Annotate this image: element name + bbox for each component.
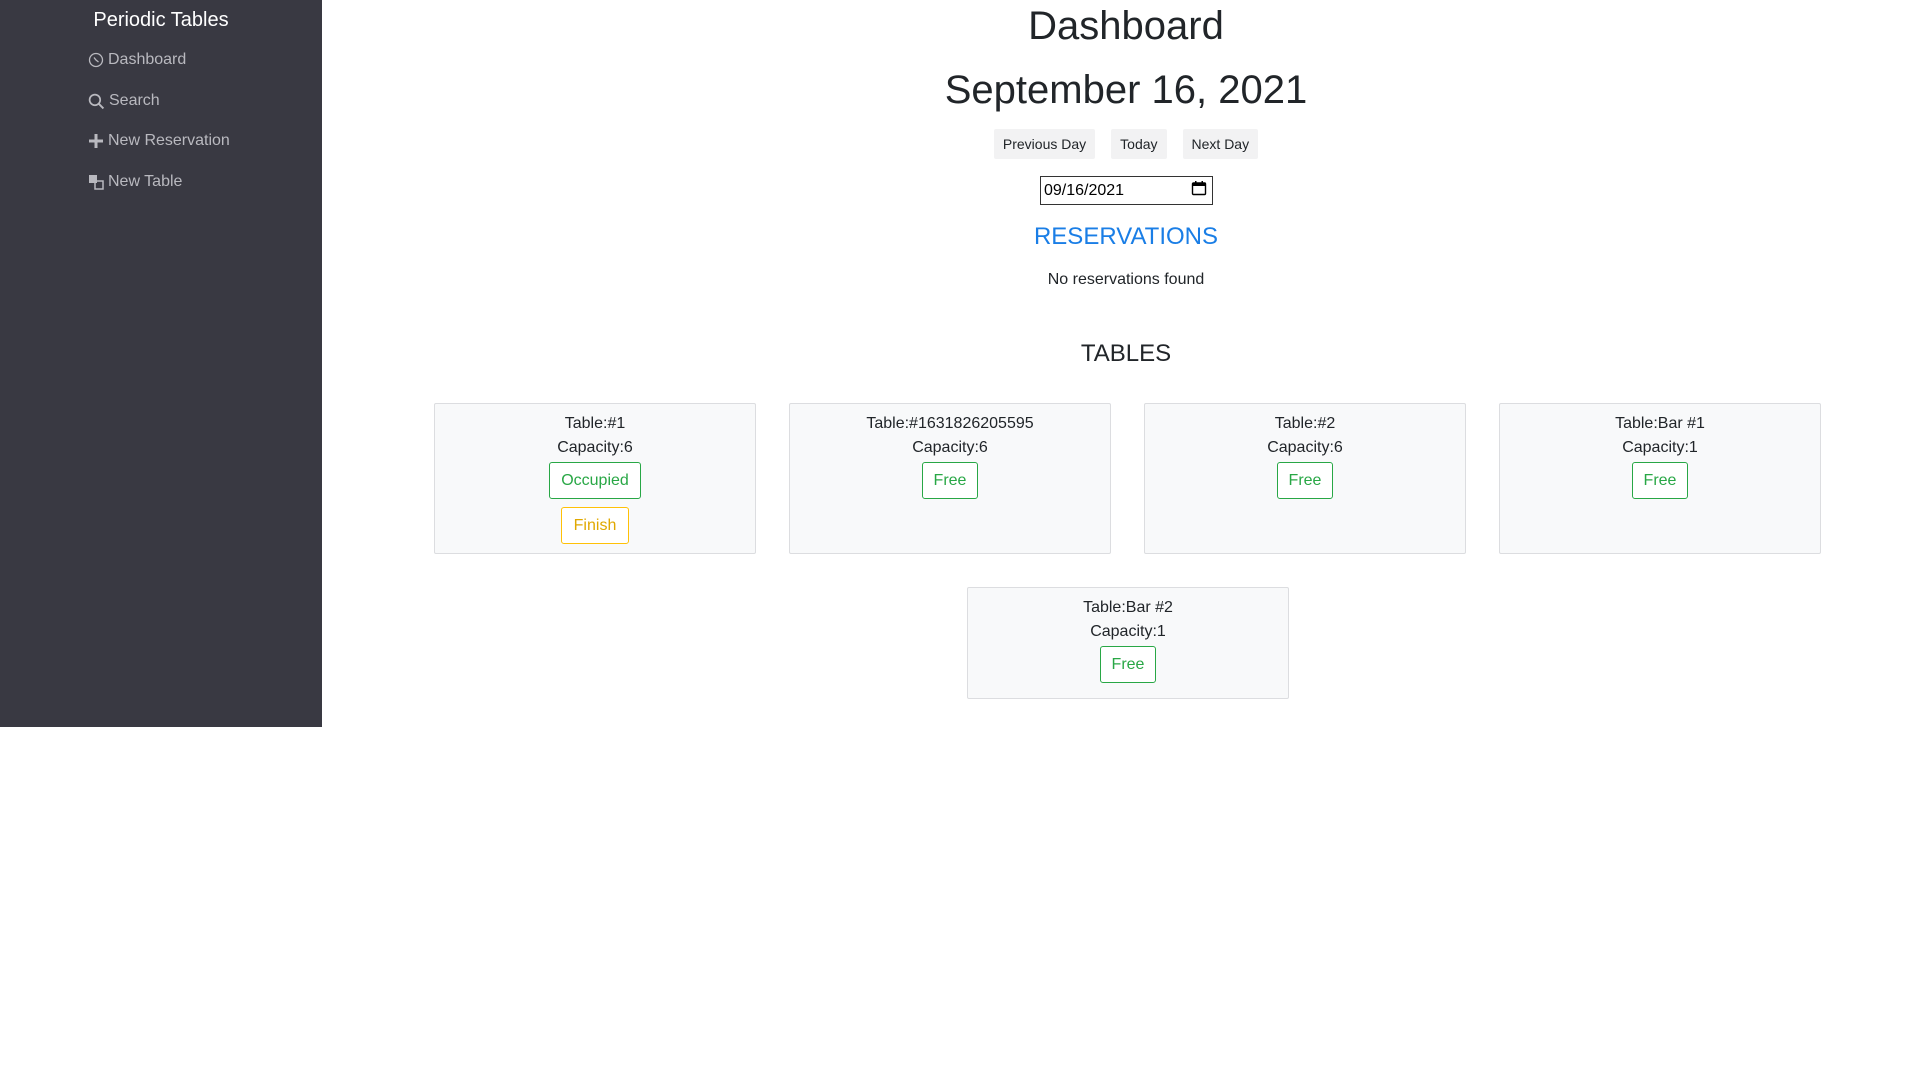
table-capacity: Capacity:6 — [557, 439, 633, 456]
finish-button[interactable]: Finish — [560, 507, 630, 544]
day-navigation: Previous Day Today Next Day — [322, 129, 1920, 159]
layers-icon — [88, 174, 104, 190]
tables-heading: TABLES — [1080, 340, 1172, 367]
date-input[interactable]: 09/16/2021 — [1040, 176, 1213, 205]
sidebar-item-label: New Table — [108, 173, 183, 190]
next-day-button[interactable]: Next Day — [1182, 129, 1259, 159]
table-name: Table:Bar #1 — [1615, 415, 1705, 432]
table-status-button[interactable]: Free — [921, 462, 979, 499]
search-icon — [88, 93, 105, 110]
main-content: Dashboard September 16, 2021 Previous Da… — [322, 0, 1920, 1080]
table-name: Table:Bar #2 — [1083, 599, 1173, 616]
table-status-button[interactable]: Free — [1631, 462, 1689, 499]
today-button[interactable]: Today — [1111, 129, 1167, 159]
table-capacity: Capacity:6 — [1267, 439, 1343, 456]
plus-icon — [88, 133, 104, 149]
sidebar-item-new-table[interactable]: New Table — [88, 172, 182, 192]
table-name: Table:#2 — [1274, 415, 1336, 432]
dashboard-icon — [88, 52, 104, 68]
sidebar-item-label: Search — [109, 92, 160, 109]
sidebar: Periodic Tables Dashboard Search New Res… — [0, 0, 322, 727]
table-name: Table:#1631826205595 — [866, 415, 1034, 432]
table-card: Table:Bar #1 Capacity:1 Free — [1499, 403, 1821, 554]
current-date-title: September 16, 2021 — [944, 68, 1308, 112]
sidebar-item-search[interactable]: Search — [88, 91, 160, 111]
table-name: Table:#1 — [564, 415, 626, 432]
table-card: Table:#1 Capacity:6 Occupied Finish — [434, 403, 756, 554]
table-card: Table:#2 Capacity:6 Free — [1144, 403, 1466, 554]
no-reservations-message: No reservations found — [1047, 271, 1205, 288]
previous-day-button[interactable]: Previous Day — [993, 129, 1096, 159]
table-capacity: Capacity:1 — [1622, 439, 1698, 456]
sidebar-item-label: Dashboard — [108, 51, 187, 68]
sidebar-item-label: New Reservation — [108, 132, 230, 149]
calendar-icon[interactable] — [1191, 180, 1207, 201]
table-status-button[interactable]: Occupied — [549, 462, 641, 499]
brand-title[interactable]: Periodic Tables — [0, 8, 322, 32]
table-status-button[interactable]: Free — [1099, 646, 1157, 683]
date-input-value: 09/16/2021 — [1044, 181, 1125, 199]
table-card: Table:Bar #2 Capacity:1 Free — [967, 587, 1289, 699]
sidebar-item-new-reservation[interactable]: New Reservation — [88, 131, 230, 151]
reservations-heading: RESERVATIONS — [1033, 223, 1219, 250]
table-capacity: Capacity:6 — [912, 439, 988, 456]
page-title: Dashboard — [1028, 4, 1224, 48]
sidebar-item-dashboard[interactable]: Dashboard — [88, 50, 186, 70]
table-capacity: Capacity:1 — [1090, 623, 1166, 640]
table-card: Table:#1631826205595 Capacity:6 Free — [789, 403, 1111, 554]
table-status-button[interactable]: Free — [1276, 462, 1334, 499]
